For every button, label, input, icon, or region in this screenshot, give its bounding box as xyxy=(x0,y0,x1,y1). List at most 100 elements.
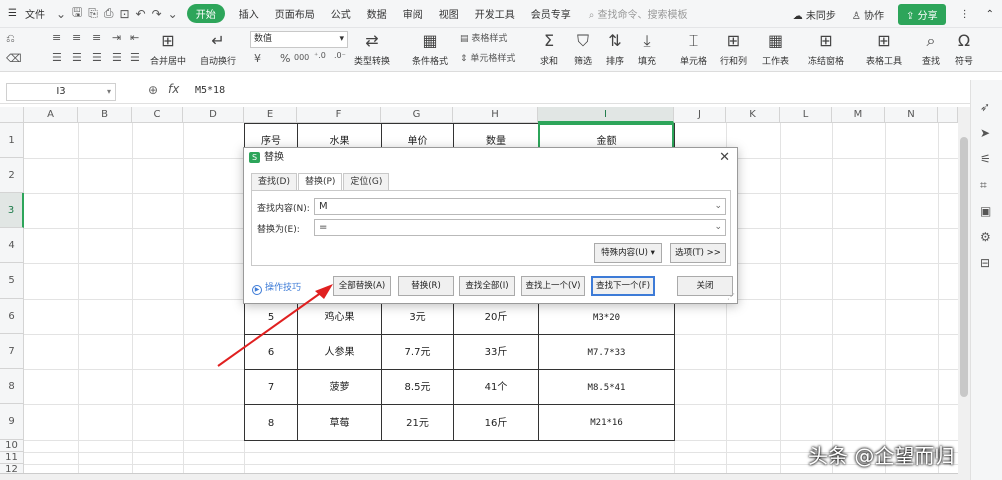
table-cell[interactable]: M7.7*33 xyxy=(538,334,675,370)
freeze-panes-button[interactable]: ⊞ 冻结窗格 xyxy=(808,30,844,67)
row-header-11[interactable]: 11 xyxy=(0,452,24,464)
cell-style-button[interactable]: ⇕ 单元格样式 xyxy=(460,51,515,64)
row-header-8[interactable]: 8 xyxy=(0,369,24,404)
find-prev-button[interactable]: 查找上一个(V) xyxy=(521,276,585,296)
column-header-b[interactable]: B xyxy=(78,107,132,123)
resize-grip-icon[interactable]: ⋰ xyxy=(727,292,735,301)
column-header-l[interactable]: L xyxy=(780,107,832,123)
table-cell[interactable]: 21元 xyxy=(381,404,454,441)
preview-icon[interactable]: ⊡ xyxy=(116,7,132,21)
table-cell[interactable]: 33斤 xyxy=(453,334,539,370)
column-header-n[interactable]: N xyxy=(885,107,938,123)
cell-button[interactable]: ⌶ 单元格 xyxy=(680,30,707,67)
sliders-icon[interactable]: ⚟ xyxy=(980,152,991,166)
tab-view[interactable]: 视图 xyxy=(431,6,467,21)
collapse-icon[interactable]: ⌃ xyxy=(978,9,1002,20)
fx-icon[interactable]: fx xyxy=(168,82,179,96)
table-tools-button[interactable]: ⊞ 表格工具 xyxy=(866,30,902,67)
justify-icon[interactable]: ☰ xyxy=(112,51,122,64)
align-top-icon[interactable]: ≡ xyxy=(52,31,61,44)
redo-icon[interactable]: ↷ xyxy=(149,7,165,21)
sheet-button[interactable]: ▦ 工作表 xyxy=(762,30,789,67)
align-middle-icon[interactable]: ≡ xyxy=(72,31,81,44)
file-menu[interactable]: 文件 xyxy=(25,6,53,21)
increase-decimal-icon[interactable]: ⁺.0 xyxy=(314,51,326,60)
chevron-down-icon[interactable]: ⌄ xyxy=(714,220,722,235)
column-header-m[interactable]: M xyxy=(832,107,885,123)
column-header-d[interactable]: D xyxy=(183,107,244,123)
sync-status[interactable]: ☁ 未同步 xyxy=(785,7,844,22)
column-header-f[interactable]: F xyxy=(297,107,381,123)
column-header-h[interactable]: H xyxy=(453,107,538,123)
table-cell[interactable]: 16斤 xyxy=(453,404,539,441)
row-header-6[interactable]: 6 xyxy=(0,299,24,334)
sort-button[interactable]: ⇅ 排序 xyxy=(606,30,624,67)
save-icon[interactable]: 🖫 xyxy=(69,3,85,24)
row-header-2[interactable]: 2 xyxy=(0,158,24,193)
column-header-a[interactable]: A xyxy=(24,107,78,123)
tab-insert[interactable]: 插入 xyxy=(231,6,267,21)
book-icon[interactable]: ⊟ xyxy=(980,256,990,270)
table-cell[interactable]: M3*20 xyxy=(538,299,675,335)
more-options-icon[interactable]: ⋮ xyxy=(952,9,978,20)
tab-formula[interactable]: 公式 xyxy=(323,6,359,21)
find-next-button[interactable]: 查找下一个(F) xyxy=(591,276,655,296)
table-cell[interactable]: 7 xyxy=(244,369,298,405)
table-cell[interactable]: 菠萝 xyxy=(297,369,382,405)
hamburger-icon[interactable]: ☰ xyxy=(0,8,25,19)
tab-review[interactable]: 审阅 xyxy=(395,6,431,21)
name-box[interactable]: I3 ▾ xyxy=(6,83,116,101)
table-cell[interactable]: 鸡心果 xyxy=(297,299,382,335)
chevron-down-icon[interactable]: ⌄ xyxy=(714,199,722,214)
formula-input[interactable]: M5*18 xyxy=(195,85,225,96)
row-header-10[interactable]: 10 xyxy=(0,440,24,452)
distribute-icon[interactable]: ☰ xyxy=(130,51,140,64)
row-header-5[interactable]: 5 xyxy=(0,263,24,299)
filter-button[interactable]: ⛉ 筛选 xyxy=(574,30,592,67)
options-button[interactable]: 选项(T) >> xyxy=(670,243,726,263)
row-col-button[interactable]: ⊞ 行和列 xyxy=(720,30,747,67)
align-bottom-icon[interactable]: ≡ xyxy=(92,31,101,44)
table-cell[interactable]: 41个 xyxy=(453,369,539,405)
dialog-title-bar[interactable]: S 替换 ✕ xyxy=(244,148,737,168)
table-cell[interactable]: 20斤 xyxy=(453,299,539,335)
indent-icon[interactable]: ⇥ xyxy=(112,31,121,44)
command-search[interactable]: ⌕ 查找命令、搜索模板 xyxy=(589,6,688,21)
replace-all-button[interactable]: 全部替换(A) xyxy=(333,276,391,296)
collab-button[interactable]: ♙ 协作 xyxy=(844,7,892,22)
export-icon[interactable]: ⎘ xyxy=(85,6,101,21)
column-header-e[interactable]: E xyxy=(244,107,297,123)
format-painter-icon[interactable]: ⎌ xyxy=(6,32,15,46)
tips-link[interactable]: ▶ 操作技巧 xyxy=(252,280,301,295)
share-button[interactable]: ⇪ 分享 xyxy=(898,3,946,25)
row-header-7[interactable]: 7 xyxy=(0,334,24,369)
find-input[interactable]: M ⌄ xyxy=(314,198,726,215)
print-icon[interactable]: ⎙ xyxy=(101,6,117,21)
number-format-select[interactable]: 数值 ▾ xyxy=(250,31,348,48)
currency-button[interactable]: ¥ xyxy=(254,52,261,65)
decrease-decimal-icon[interactable]: .0⁻ xyxy=(334,51,346,60)
scrollbar-thumb[interactable] xyxy=(960,137,968,397)
tab-member[interactable]: 会员专享 xyxy=(523,6,579,21)
column-header-i[interactable]: I xyxy=(538,107,674,123)
crop-icon[interactable]: ⌗ xyxy=(980,178,987,193)
column-header-j[interactable]: J xyxy=(674,107,726,123)
table-cell[interactable]: 6 xyxy=(244,334,298,370)
table-cell[interactable]: 8 xyxy=(244,404,298,441)
outdent-icon[interactable]: ⇤ xyxy=(130,31,139,44)
table-cell[interactable]: 8.5元 xyxy=(381,369,454,405)
column-header-c[interactable]: C xyxy=(132,107,183,123)
image-icon[interactable]: ▣ xyxy=(980,204,991,218)
tab-page-layout[interactable]: 页面布局 xyxy=(267,6,323,21)
cursor-icon[interactable]: ➤ xyxy=(980,126,990,140)
tab-goto[interactable]: 定位(G) xyxy=(343,173,390,190)
align-right-icon[interactable]: ☰ xyxy=(92,51,102,64)
replace-input[interactable]: = ⌄ xyxy=(314,219,726,236)
row-header-4[interactable]: 4 xyxy=(0,228,24,263)
type-convert-button[interactable]: ⇄ 类型转换 xyxy=(354,30,390,67)
table-style-button[interactable]: ▤ 表格样式 xyxy=(460,31,507,44)
wrap-text-button[interactable]: ↵ 自动换行 xyxy=(200,30,236,67)
conditional-format-button[interactable]: ▦ 条件格式 xyxy=(412,30,448,67)
column-header-k[interactable]: K xyxy=(726,107,780,123)
vertical-scrollbar[interactable] xyxy=(958,107,970,480)
